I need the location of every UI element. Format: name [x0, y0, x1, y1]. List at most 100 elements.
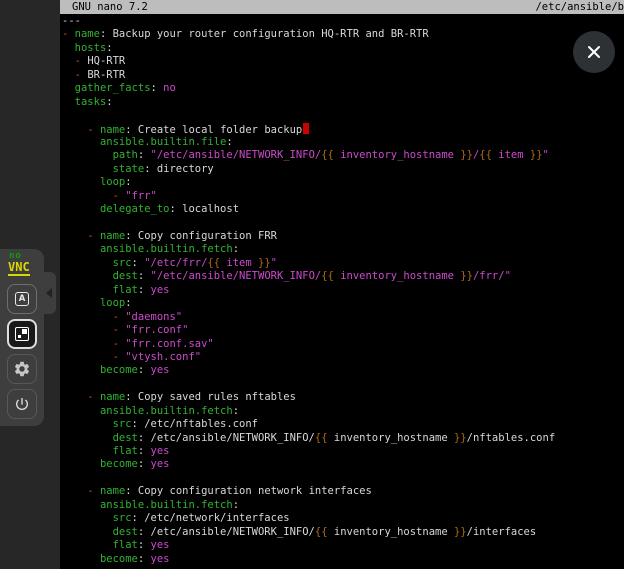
code-segment: inventory_hostname — [328, 432, 454, 444]
code-segment: inventory_hostname — [334, 270, 460, 282]
code-segment: name — [100, 230, 125, 242]
editor-line: - name: Copy configuration FRR — [62, 230, 624, 243]
code-segment: src — [113, 257, 132, 269]
editor-line: gather_facts: no — [62, 82, 624, 95]
code-segment — [62, 257, 113, 269]
code-segment: : /etc/network/interfaces — [132, 512, 290, 524]
gear-icon — [13, 360, 31, 378]
code-segment: }} — [460, 149, 473, 161]
code-segment: - — [113, 351, 126, 363]
code-segment — [62, 391, 87, 403]
editor-line: - "vtysh.conf" — [62, 351, 624, 364]
code-segment — [62, 270, 113, 282]
code-segment — [62, 364, 100, 376]
code-segment — [62, 405, 100, 417]
editor-line: - name: Copy configuration network inter… — [62, 485, 624, 498]
code-segment: name — [100, 391, 125, 403]
code-segment: tasks — [75, 96, 107, 108]
code-segment: }} — [454, 526, 467, 538]
code-segment: flat — [113, 284, 138, 296]
editor-line: - BR-RTR — [62, 69, 624, 82]
code-segment: "/etc/frr/ — [144, 257, 207, 269]
editor-line: become: yes — [62, 553, 624, 566]
fullscreen-icon — [15, 327, 29, 341]
code-segment: delegate_to — [100, 203, 170, 215]
code-segment: item — [220, 257, 258, 269]
code-segment: - — [113, 311, 126, 323]
editor-line: --- — [62, 15, 624, 28]
code-segment: path — [113, 149, 138, 161]
code-segment: : — [106, 96, 112, 108]
editor-lines[interactable]: ---- name: Backup your router configurat… — [60, 14, 624, 566]
terminal-window[interactable]: GNU nano 7.2 /etc/ansible/b ---- name: B… — [60, 0, 624, 569]
code-segment: : Copy saved rules nftables — [125, 391, 296, 403]
code-segment: - — [75, 55, 88, 67]
code-segment: flat — [113, 445, 138, 457]
novnc-logo: no VNC — [8, 252, 30, 276]
code-segment: hosts — [75, 42, 107, 54]
code-segment: : /etc/nftables.conf — [132, 418, 258, 430]
control-bar-handle[interactable] — [43, 272, 56, 314]
code-segment — [62, 69, 75, 81]
code-segment: : — [138, 458, 151, 470]
screen: { "window": { "app_title": "GNU nano 7.2… — [0, 0, 624, 569]
code-segment: inventory_hostname — [334, 149, 460, 161]
code-segment: " — [543, 149, 549, 161]
code-segment: "vtysh.conf" — [125, 351, 201, 363]
editor-line: - "frr" — [62, 190, 624, 203]
disconnect-button[interactable] — [7, 389, 37, 419]
code-segment: name — [75, 28, 100, 40]
code-segment: dest — [113, 432, 138, 444]
code-segment — [62, 526, 113, 538]
fullscreen-button[interactable] — [7, 319, 37, 349]
extra-keys-button[interactable]: A — [7, 284, 37, 314]
code-segment — [62, 512, 113, 524]
nano-titlebar: GNU nano 7.2 /etc/ansible/b — [60, 0, 624, 14]
code-segment: }} — [460, 270, 473, 282]
code-segment: "/etc/ansible/NETWORK_INFO/ — [151, 149, 322, 161]
code-segment: - — [87, 230, 100, 242]
chevron-left-icon — [46, 288, 52, 298]
close-icon — [586, 44, 602, 60]
editor-line: - "frr.conf.sav" — [62, 338, 624, 351]
text-cursor — [303, 123, 309, 134]
editor-line — [62, 472, 624, 485]
code-segment — [62, 553, 100, 565]
vnc-control-bar: no VNC A — [0, 249, 44, 426]
editor-line — [62, 109, 624, 122]
code-segment — [62, 96, 75, 108]
settings-button[interactable] — [7, 354, 37, 384]
code-segment — [62, 499, 100, 511]
code-segment: "frr.conf" — [125, 324, 188, 336]
code-segment: "frr.conf.sav" — [125, 338, 214, 350]
code-segment: - — [113, 338, 126, 350]
editor-line: tasks: — [62, 96, 624, 109]
code-segment — [62, 42, 75, 54]
editor-line: ansible.builtin.fetch: — [62, 499, 624, 512]
editor-line: become: yes — [62, 364, 624, 377]
code-segment: {{ — [315, 526, 328, 538]
code-segment: state — [113, 163, 145, 175]
code-segment — [62, 243, 100, 255]
editor-line — [62, 378, 624, 391]
code-segment: flat — [113, 539, 138, 551]
code-segment: "frr" — [125, 190, 157, 202]
code-segment: : — [106, 42, 112, 54]
code-segment: HQ-RTR — [87, 55, 125, 67]
close-button[interactable] — [573, 31, 615, 73]
code-segment: : — [138, 364, 151, 376]
code-segment — [62, 176, 100, 188]
code-segment: : Backup your router configuration HQ-RT… — [100, 28, 429, 40]
editor-line: delegate_to: localhost — [62, 203, 624, 216]
code-segment: - — [113, 190, 126, 202]
editor-line: flat: yes — [62, 539, 624, 552]
code-segment: : /etc/ansible/NETWORK_INFO/ — [138, 432, 315, 444]
editor-line: ansible.builtin.fetch: — [62, 405, 624, 418]
code-segment: }} — [530, 149, 543, 161]
code-segment: : — [138, 284, 151, 296]
code-segment: item — [492, 149, 530, 161]
code-segment: ansible.builtin.fetch — [100, 243, 233, 255]
code-segment: become — [100, 458, 138, 470]
code-segment — [62, 418, 113, 430]
code-segment: name — [100, 485, 125, 497]
